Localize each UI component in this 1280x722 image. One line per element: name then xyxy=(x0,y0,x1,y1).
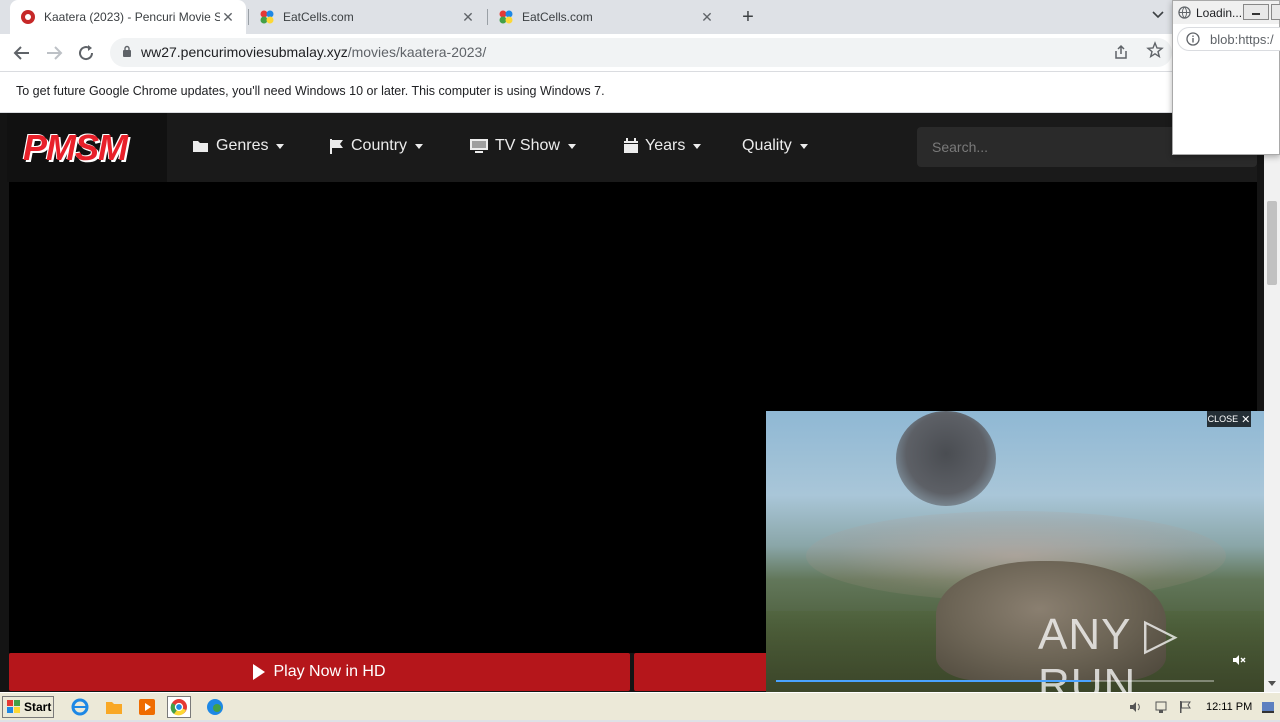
menu-genres[interactable]: Genres xyxy=(192,137,285,155)
system-tray: 12:11 PM xyxy=(1120,693,1280,721)
menu-tv-show-label: TV Show xyxy=(495,137,560,154)
popup-maximize-button[interactable] xyxy=(1271,4,1280,20)
popup-address-bar[interactable]: blob:https:/ xyxy=(1177,27,1280,51)
popup-url: blob:https:/ xyxy=(1210,32,1274,47)
ad-progress-bar[interactable] xyxy=(776,680,1214,682)
address-bar[interactable]: ww27.pencurimoviesubmalay.xyz/movies/kaa… xyxy=(110,38,1172,67)
start-label: Start xyxy=(24,700,52,714)
chrome-icon xyxy=(170,699,187,716)
tab-eatcells-1[interactable]: EatCells.com ✕ xyxy=(249,0,486,34)
logo-container[interactable]: PMSM xyxy=(7,113,167,182)
tab-close-icon[interactable]: ✕ xyxy=(699,9,715,26)
menu-tv-show[interactable]: TV Show xyxy=(469,137,576,155)
site-navbar: PMSM Genres Country TV Show Years Qualit… xyxy=(7,113,1257,182)
tab-eatcells-2[interactable]: EatCells.com ✕ xyxy=(488,0,725,34)
url-path: /movies/kaatera-2023/ xyxy=(347,44,487,60)
start-button[interactable]: Start xyxy=(2,696,54,718)
flag-icon xyxy=(330,139,343,154)
site-logo[interactable]: PMSM xyxy=(23,127,128,169)
ad-progress-fill xyxy=(776,680,1092,682)
url-text[interactable]: ww27.pencurimoviesubmalay.xyz/movies/kaa… xyxy=(141,44,486,60)
chrome-taskbar-button[interactable] xyxy=(167,696,191,718)
page-scrollbar[interactable] xyxy=(1264,113,1280,692)
caret-down-icon xyxy=(693,143,702,149)
calendar-icon xyxy=(624,138,638,153)
speaker-muted-icon[interactable] xyxy=(1232,653,1246,667)
scrollbar-thumb[interactable] xyxy=(1267,201,1277,285)
file-explorer-icon[interactable] xyxy=(104,697,124,717)
back-arrow-icon[interactable] xyxy=(10,41,34,65)
globe-icon xyxy=(1178,6,1191,19)
eatcells-favicon-icon xyxy=(260,10,274,24)
internet-explorer-icon[interactable] xyxy=(70,697,90,717)
media-player-icon[interactable] xyxy=(137,697,157,717)
monitor-icon xyxy=(470,139,488,153)
caret-down-icon xyxy=(415,143,424,149)
tab-close-icon[interactable]: ✕ xyxy=(220,9,236,26)
chrome-update-infobar: To get future Google Chrome updates, you… xyxy=(0,71,1280,113)
reload-icon[interactable] xyxy=(74,41,98,65)
menu-quality-label: Quality xyxy=(742,137,792,154)
infobar-message: To get future Google Chrome updates, you… xyxy=(16,84,605,98)
caret-down-icon xyxy=(799,143,808,149)
play-now-button[interactable]: Play Now in HD xyxy=(9,653,630,691)
edge-icon[interactable] xyxy=(205,697,225,717)
tab-title: Kaatera (2023) - Pencuri Movie Subt xyxy=(44,10,220,24)
site-favicon-icon xyxy=(21,10,35,24)
tab-search-chevron-icon[interactable] xyxy=(1152,8,1164,22)
url-host: ww27.pencurimoviesubmalay.xyz xyxy=(141,44,348,60)
windows-taskbar: Start 12:11 PM xyxy=(0,692,1280,720)
tab-title: EatCells.com xyxy=(522,10,593,24)
forward-arrow-icon[interactable] xyxy=(42,41,66,65)
bookmark-star-icon[interactable] xyxy=(1146,41,1164,64)
floating-video-ad[interactable]: ANY ▷ RUN CLOSE ✕ xyxy=(766,411,1264,692)
ad-smoke-cloud xyxy=(896,411,996,506)
scroll-down-arrow-icon[interactable] xyxy=(1268,681,1276,686)
play-now-label: Play Now in HD xyxy=(273,663,386,680)
action-center-flag-icon[interactable] xyxy=(1178,700,1192,714)
volume-icon[interactable] xyxy=(1129,700,1143,714)
menu-genres-label: Genres xyxy=(216,137,269,154)
share-icon[interactable] xyxy=(1113,44,1129,63)
menu-years[interactable]: Years xyxy=(623,137,702,155)
caret-down-icon xyxy=(567,143,576,149)
folder-icon xyxy=(193,141,208,152)
play-icon xyxy=(253,664,266,680)
ad-close-label: CLOSE xyxy=(1207,414,1239,424)
tab-strip: Kaatera (2023) - Pencuri Movie Subt ✕ Ea… xyxy=(0,0,1280,34)
network-icon[interactable] xyxy=(1154,700,1168,714)
tab-kaatera[interactable]: Kaatera (2023) - Pencuri Movie Subt ✕ xyxy=(10,0,246,34)
popup-window[interactable]: Loadin... blob:https:/ xyxy=(1172,0,1280,155)
lock-icon[interactable] xyxy=(122,45,132,57)
menu-quality[interactable]: Quality xyxy=(742,137,808,155)
popup-titlebar[interactable]: Loadin... xyxy=(1173,1,1280,24)
close-icon: ✕ xyxy=(1241,413,1251,426)
show-desktop-icon[interactable] xyxy=(1261,700,1275,714)
menu-country-label: Country xyxy=(351,137,408,154)
taskbar-clock[interactable]: 12:11 PM xyxy=(1206,701,1252,713)
ad-close-button[interactable]: CLOSE ✕ xyxy=(1207,411,1251,427)
browser-toolbar: ww27.pencurimoviesubmalay.xyz/movies/kaa… xyxy=(0,34,1280,71)
popup-title: Loadin... xyxy=(1196,6,1243,20)
info-icon[interactable] xyxy=(1186,32,1200,46)
menu-years-label: Years xyxy=(645,137,686,154)
windows-logo-icon xyxy=(7,700,20,713)
eatcells-favicon-icon xyxy=(499,10,513,24)
tab-title: EatCells.com xyxy=(283,10,354,24)
menu-country[interactable]: Country xyxy=(329,137,424,155)
new-tab-button[interactable]: + xyxy=(737,6,759,29)
tab-close-icon[interactable]: ✕ xyxy=(460,9,476,26)
popup-minimize-button[interactable] xyxy=(1243,4,1269,20)
caret-down-icon xyxy=(276,143,285,149)
